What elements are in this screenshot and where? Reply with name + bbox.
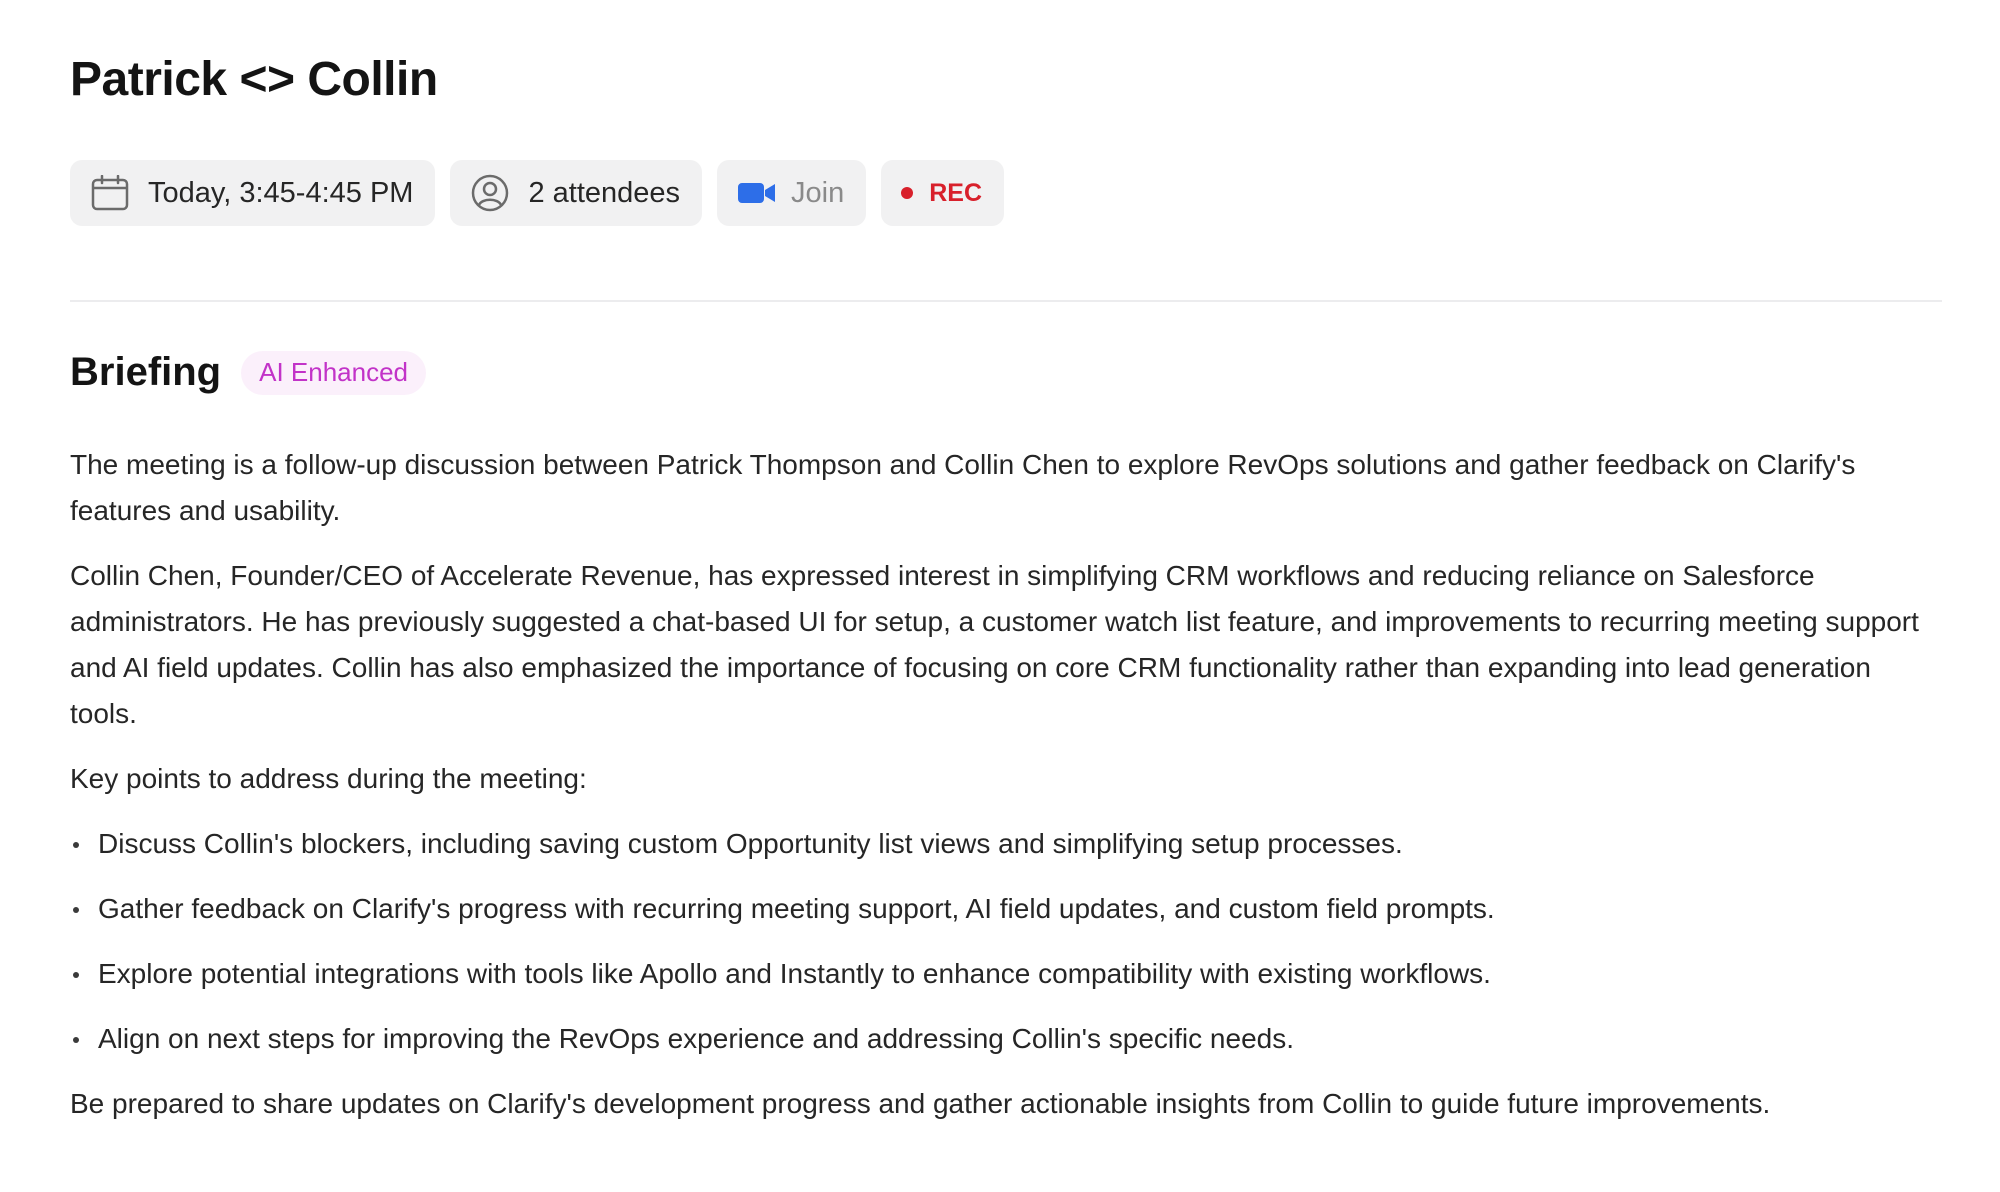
briefing-paragraph: The meeting is a follow-up discussion be… <box>70 449 1856 526</box>
record-dot-icon <box>901 187 914 199</box>
briefing-content: The meeting is a follow-up discussion be… <box>70 442 1942 1146</box>
video-camera-icon <box>737 173 777 213</box>
briefing-paragraph: Key points to address during the meeting… <box>70 763 587 794</box>
briefing-paragraph: Collin Chen, Founder/CEO of Accelerate R… <box>70 560 1919 729</box>
ai-enhanced-badge: AI Enhanced <box>241 350 427 395</box>
meeting-title: Patrick <> Collin <box>70 53 438 106</box>
meeting-time-text: Today, 3:45-4:45 PM <box>148 176 414 209</box>
calendar-icon <box>90 173 130 213</box>
join-label: Join <box>791 176 845 209</box>
attendees-chip[interactable]: 2 attendees <box>450 160 703 226</box>
record-label: REC <box>929 178 983 207</box>
briefing-title: Briefing <box>70 350 222 394</box>
key-point-item: Gather feedback on Clarify's progress wi… <box>70 886 1942 932</box>
briefing-closing: Be prepared to share updates on Clarify'… <box>70 1088 1771 1119</box>
briefing-header: Briefing AI Enhanced <box>70 350 427 395</box>
key-points-list: Discuss Collin's blockers, including sav… <box>70 821 1942 1062</box>
meeting-time-chip[interactable]: Today, 3:45-4:45 PM <box>70 160 436 226</box>
key-point-item: Discuss Collin's blockers, including sav… <box>70 821 1942 867</box>
meeting-info-chips: Today, 3:45-4:45 PM 2 attendees Join REC <box>70 160 1005 226</box>
key-point-item: Explore potential integrations with tool… <box>70 951 1942 997</box>
attendees-text: 2 attendees <box>528 176 681 209</box>
section-divider <box>70 300 1942 302</box>
key-point-item: Align on next steps for improving the Re… <box>70 1016 1942 1062</box>
user-circle-icon <box>470 173 510 213</box>
join-button[interactable]: Join <box>717 160 867 226</box>
record-button[interactable]: REC <box>881 160 1005 226</box>
